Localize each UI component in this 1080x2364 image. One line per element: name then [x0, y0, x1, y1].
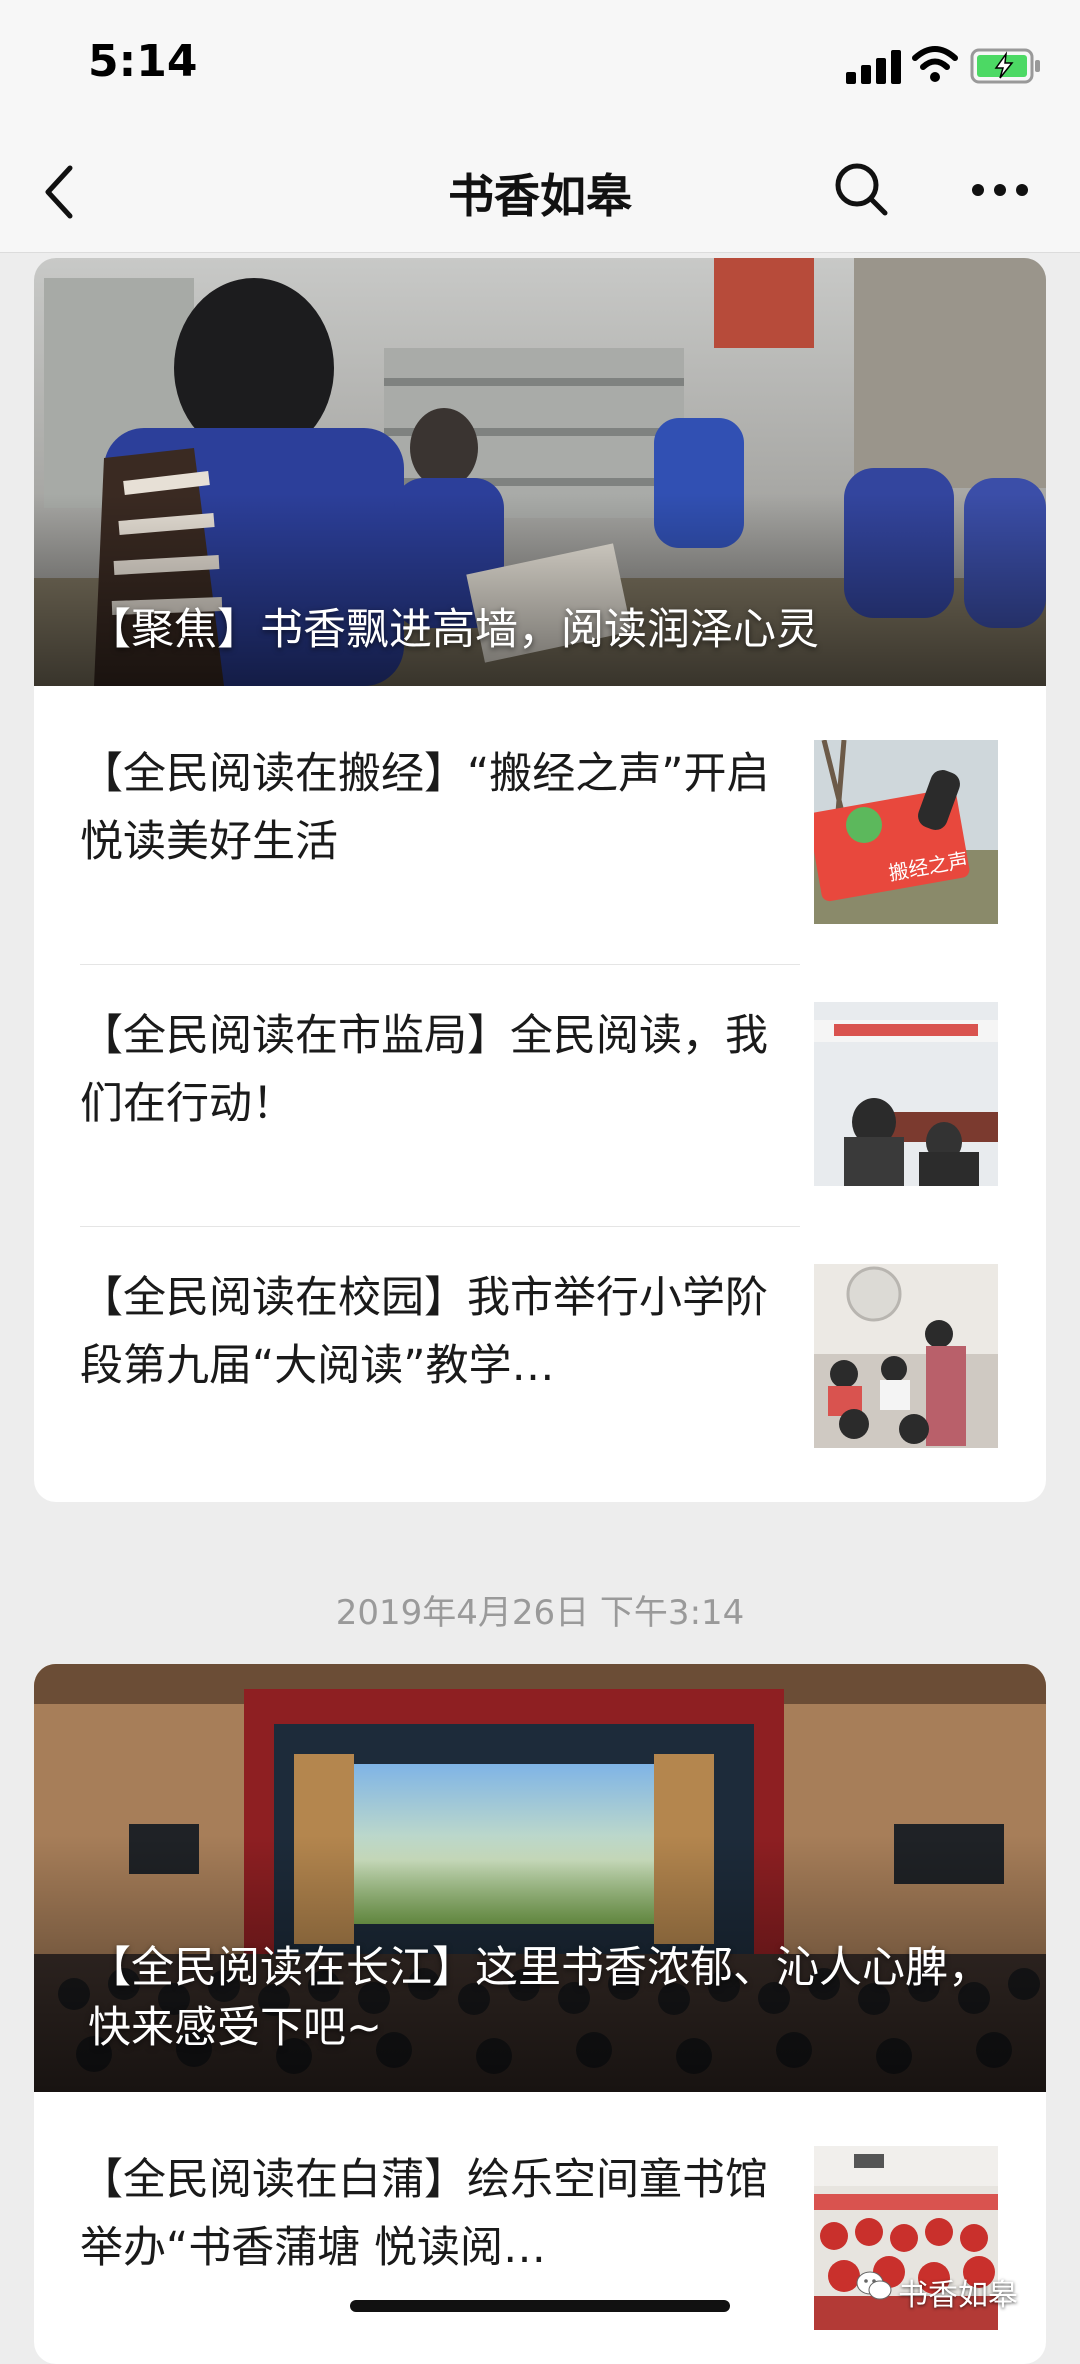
status-bar: 5:14: [0, 0, 1080, 130]
timestamp: 2019年4月26日 下午3:14: [335, 1593, 745, 1633]
article-thumbnail: [814, 1264, 998, 1448]
article-title: 【全民阅读在搬经】“搬经之声”开启悦读美好生活: [80, 749, 770, 867]
article-title: 【全民阅读在白蒲】绘乐空间童书馆举办“书香蒲塘 悦读阅…: [80, 2155, 768, 2273]
article-thumbnail: [814, 1002, 998, 1186]
article-thumbnail: 搬经之声: [814, 740, 998, 924]
status-time: 5:14: [88, 36, 198, 87]
wifi-icon: [912, 46, 958, 82]
article-card: 【全民阅读在长江】这里书香浓郁、沁人心脾，快来感受下吧~ 【全民阅读在白蒲】绘乐…: [34, 1664, 1046, 2364]
home-indicator: [350, 2300, 730, 2312]
page-title: 书香如皋: [448, 169, 632, 223]
article-card: 【聚焦】书香飘进高墙，阅读润泽心灵 【全民阅读在搬经】“搬经之声”开启悦读美好生…: [34, 258, 1046, 1502]
nav-bar: 书香如皋: [0, 130, 1080, 253]
hero-title: 【聚焦】书香飘进高墙，阅读润泽心灵: [88, 605, 819, 655]
list-item[interactable]: 【全民阅读在校园】我市举行小学阶段第九届“大阅读”教学…: [34, 1210, 1046, 1472]
more-icon[interactable]: [970, 170, 1030, 210]
hero-title: 【全民阅读在长江】这里书香浓郁、沁人心脾，快来感受下吧~: [88, 1943, 991, 2053]
battery-charging-icon: [970, 48, 1040, 84]
article-title: 【全民阅读在校园】我市举行小学阶段第九届“大阅读”教学…: [80, 1273, 768, 1391]
list-item[interactable]: 【全民阅读在市监局】全民阅读，我们在行动！: [34, 948, 1046, 1210]
wechat-icon: [856, 2271, 892, 2300]
list-item[interactable]: 【全民阅读在搬经】“搬经之声”开启悦读美好生活 搬经之声: [34, 686, 1046, 948]
hero-article[interactable]: 【全民阅读在长江】这里书香浓郁、沁人心脾，快来感受下吧~: [34, 1664, 1046, 2092]
list-item[interactable]: 【全民阅读在白蒲】绘乐空间童书馆举办“书香蒲塘 悦读阅…: [34, 2092, 1046, 2354]
signal-icon: [846, 50, 901, 84]
search-icon[interactable]: [832, 160, 890, 218]
hero-article[interactable]: 【聚焦】书香飘进高墙，阅读润泽心灵: [34, 258, 1046, 686]
watermark: 书香如皋: [898, 2278, 1018, 2313]
article-title: 【全民阅读在市监局】全民阅读，我们在行动！: [80, 1011, 768, 1129]
